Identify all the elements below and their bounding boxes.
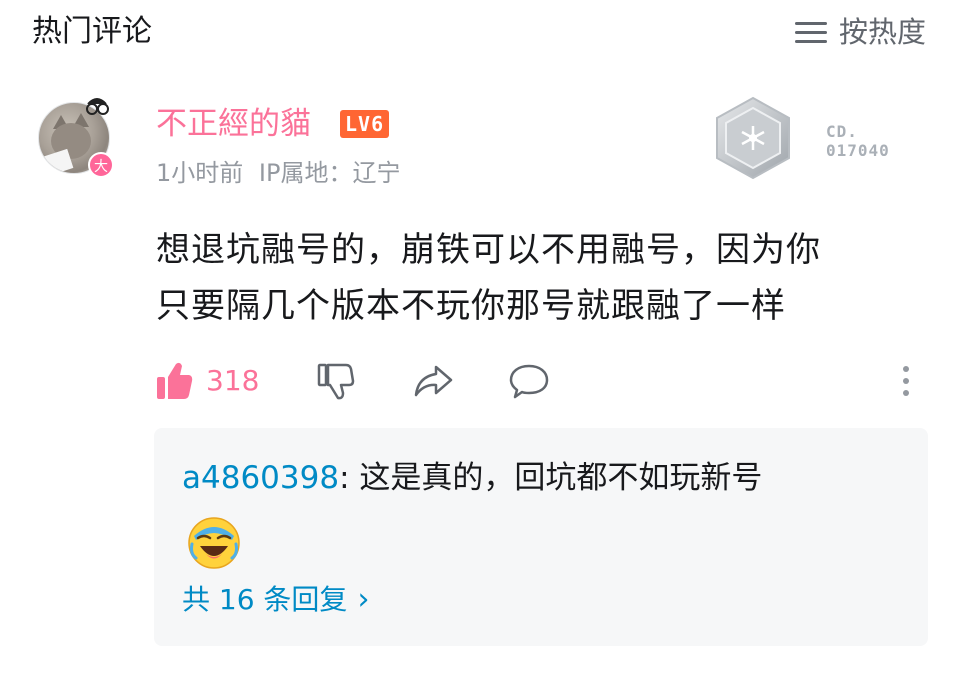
thumbs-down-icon bbox=[317, 363, 355, 400]
fan-badge-icon[interactable] bbox=[714, 96, 792, 180]
like-button[interactable]: 318 bbox=[156, 358, 259, 404]
hot-comments-title: 热门评论 bbox=[32, 14, 152, 49]
fan-badge-number: CD. 017040 bbox=[826, 122, 890, 160]
share-button[interactable] bbox=[412, 358, 454, 404]
comment-line: 想退坑融号的，崩铁可以不用融号，因为你 bbox=[156, 230, 821, 270]
dislike-button[interactable] bbox=[316, 358, 356, 404]
reply-username[interactable]: a4860398 bbox=[182, 460, 339, 496]
vip-badge: 大 bbox=[88, 152, 114, 178]
share-icon bbox=[414, 365, 453, 397]
more-options-button[interactable] bbox=[896, 358, 916, 404]
sort-label: 按热度 bbox=[838, 15, 926, 49]
reply-count-label: 共 16 条回复 bbox=[182, 583, 348, 616]
reply-line: a4860398: 这是真的，回坑都不如玩新号 bbox=[182, 458, 762, 498]
comment-line: 只要隔几个版本不玩你那号就跟融了一样 bbox=[156, 286, 786, 326]
reply-separator: : bbox=[339, 460, 350, 496]
reply-text: 这是真的，回坑都不如玩新号 bbox=[349, 460, 763, 496]
reply-button[interactable] bbox=[508, 358, 550, 404]
like-count: 318 bbox=[206, 364, 260, 397]
sort-toggle[interactable]: 按热度 bbox=[794, 12, 926, 52]
chevron-right-icon: › bbox=[357, 582, 370, 617]
view-all-replies-link[interactable]: 共 16 条回复 › bbox=[182, 578, 369, 622]
more-dots-icon bbox=[903, 366, 909, 396]
comment-meta: 1小时前 IP属地：辽宁 bbox=[156, 156, 400, 190]
action-bar: 318 bbox=[156, 358, 926, 404]
comment-screen: 热门评论 按热度 大 不正經的貓 LV6 1小时前 IP属地：辽宁 CD. 01… bbox=[0, 0, 960, 691]
username[interactable]: 不正經的貓 bbox=[156, 104, 311, 144]
thumbs-up-icon bbox=[157, 362, 193, 399]
list-sort-icon bbox=[794, 20, 827, 44]
ip-location: IP属地：辽宁 bbox=[258, 159, 401, 187]
reply-preview[interactable]: a4860398: 这是真的，回坑都不如玩新号 共 16 条回复 › bbox=[154, 428, 928, 646]
reply-bubble-icon bbox=[509, 364, 549, 399]
level-badge: LV6 bbox=[340, 110, 390, 138]
laughing-crying-emoji-icon bbox=[188, 517, 240, 569]
comment-text: 想退坑融号的，崩铁可以不用融号，因为你 只要隔几个版本不玩你那号就跟融了一样 bbox=[156, 222, 926, 334]
comment-time: 1小时前 bbox=[156, 159, 244, 187]
glasses-avatar-frame-icon bbox=[86, 98, 109, 115]
avatar[interactable]: 大 bbox=[38, 96, 116, 182]
